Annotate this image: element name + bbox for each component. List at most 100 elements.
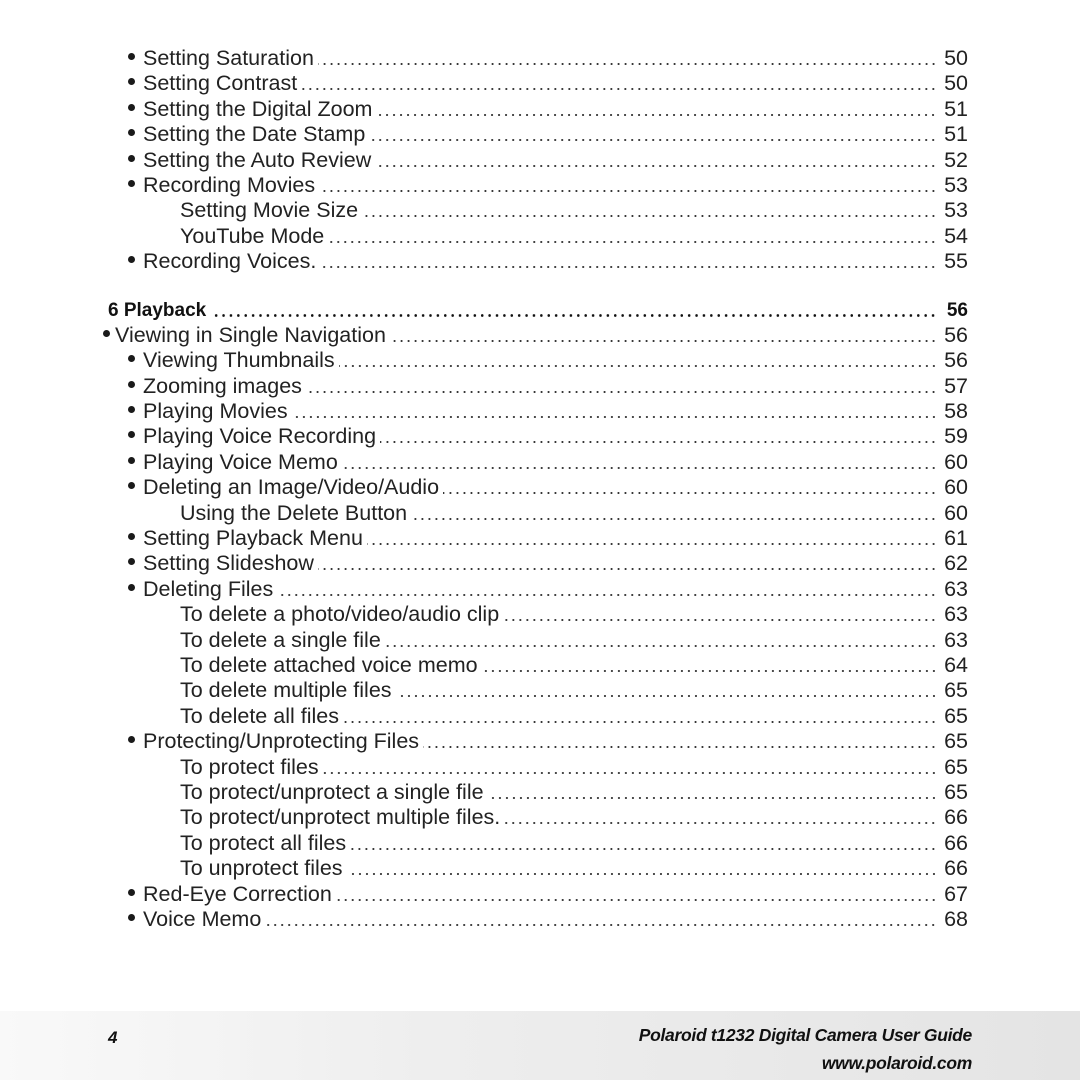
dot-leader	[291, 399, 937, 424]
toc-entry-page: 59	[944, 424, 968, 449]
toc-entry[interactable]: To delete attached voice memo 64	[0, 653, 1080, 678]
toc-entry-label: Playing Voice Memo	[143, 449, 338, 474]
toc-chapter-heading[interactable]: 6 Playback 56	[0, 298, 1080, 323]
toc-entry[interactable]: Setting Contrast 50	[0, 71, 1080, 96]
footer-website-link[interactable]: www.polaroid.com	[822, 1053, 972, 1074]
toc-entry-page: 68	[944, 906, 968, 931]
toc-entry[interactable]: YouTube Mode 54	[0, 224, 1080, 249]
dot-leader	[366, 526, 937, 551]
toc-entry[interactable]: Playing Movies 58	[0, 399, 1080, 424]
toc-entry[interactable]: Viewing in Single Navigation 56	[0, 323, 1080, 348]
toc-entry[interactable]: To unprotect files 66	[0, 856, 1080, 881]
dot-leader	[322, 755, 937, 780]
bullet-icon	[128, 736, 135, 744]
toc-entry-label: To delete attached voice memo	[180, 652, 478, 677]
bullet-icon	[128, 103, 135, 111]
toc-entry[interactable]: Playing Voice Memo 60	[0, 450, 1080, 475]
toc-entry[interactable]: Voice Memo 68	[0, 907, 1080, 932]
toc-entry-label: To protect/unprotect multiple files.	[180, 805, 501, 830]
bullet-icon	[128, 888, 135, 896]
toc-entry[interactable]: Red-Eye Correction 67	[0, 882, 1080, 907]
dot-leader	[503, 602, 937, 627]
toc-entry-label: To protect files	[180, 754, 319, 779]
toc-entry-label: To unprotect files	[180, 856, 343, 881]
toc-entry[interactable]: Setting the Digital Zoom 51	[0, 97, 1080, 122]
dot-leader	[350, 831, 937, 856]
toc-entry-page: 51	[944, 122, 968, 147]
toc-entry[interactable]: Setting the Date Stamp 51	[0, 122, 1080, 147]
bullet-icon	[128, 380, 135, 388]
toc-entry[interactable]: Recording Voices. 55	[0, 249, 1080, 274]
toc-entry-label: Voice Memo	[143, 906, 262, 931]
toc-entry-label: To delete all files	[180, 703, 339, 728]
toc-entry-page: 51	[944, 96, 968, 121]
toc-entry[interactable]: Setting Movie Size 53	[0, 198, 1080, 223]
toc-entry-label: Zooming images	[143, 373, 302, 398]
toc-entry-page: 60	[944, 449, 968, 474]
dot-leader	[384, 628, 937, 653]
toc-entry-page: 60	[944, 500, 968, 525]
dot-leader	[320, 249, 937, 274]
toc-entry[interactable]: Deleting an Image/Video/Audio 60	[0, 475, 1080, 500]
toc-entry[interactable]: To delete a photo/video/audio clip 63	[0, 602, 1080, 627]
toc-entry-page: 60	[944, 475, 968, 500]
bullet-icon	[103, 329, 110, 337]
dot-leader	[338, 348, 937, 373]
toc-entry[interactable]: To protect all files 66	[0, 831, 1080, 856]
toc-entry[interactable]: Setting Saturation 50	[0, 46, 1080, 71]
toc-entry-page: 53	[944, 198, 968, 223]
toc-entry-label: Using the Delete Button	[180, 500, 408, 525]
toc-entry[interactable]: Playing Voice Recording 59	[0, 424, 1080, 449]
toc-entry-label: Deleting Files	[143, 576, 274, 601]
dot-leader	[376, 97, 937, 122]
toc-entry[interactable]: Viewing Thumbnails 56	[0, 348, 1080, 373]
dot-leader	[487, 780, 937, 805]
toc-entry[interactable]: Deleting Files 63	[0, 577, 1080, 602]
toc-entry-page: 56	[946, 299, 968, 321]
toc-entry-label: Viewing Thumbnails	[143, 348, 335, 373]
toc-entry[interactable]: To protect/unprotect multiple files. 66	[0, 805, 1080, 830]
toc-entry-label: Setting Contrast	[143, 71, 298, 96]
toc-entry[interactable]: To delete a single file 63	[0, 628, 1080, 653]
toc-entry-label: Setting the Auto Review	[143, 147, 372, 172]
dot-leader	[375, 148, 937, 173]
dot-leader	[346, 856, 937, 881]
toc-entry-page: 50	[944, 71, 968, 96]
toc-entry-page: 66	[944, 805, 968, 830]
toc-entry[interactable]: To protect/unprotect a single file 65	[0, 780, 1080, 805]
dot-leader	[443, 475, 937, 500]
toc-entry-label: Setting the Digital Zoom	[143, 96, 373, 121]
dot-leader	[277, 577, 937, 602]
toc-entry-label: Protecting/Unprotecting Files	[143, 729, 420, 754]
bullet-icon	[128, 406, 135, 414]
toc-entry[interactable]: Zooming images 57	[0, 374, 1080, 399]
dot-leader	[380, 424, 937, 449]
bullet-icon	[128, 583, 135, 591]
dot-leader	[305, 374, 937, 399]
toc-entry-label: To delete a single file	[180, 627, 381, 652]
toc-entry-label: Playing Voice Recording	[143, 424, 377, 449]
toc-entry[interactable]: To delete all files 65	[0, 704, 1080, 729]
toc-entry-page: 55	[944, 249, 968, 274]
toc-entry-page: 65	[944, 729, 968, 754]
dot-leader	[319, 173, 937, 198]
toc-entry[interactable]: Setting the Auto Review 52	[0, 148, 1080, 173]
bullet-icon	[128, 78, 135, 86]
dot-leader	[481, 653, 937, 678]
toc-entry[interactable]: Setting Playback Menu 61	[0, 526, 1080, 551]
toc-entry[interactable]: Recording Movies 53	[0, 173, 1080, 198]
toc-entry[interactable]: Using the Delete Button 60	[0, 501, 1080, 526]
toc-entry-page: 65	[944, 678, 968, 703]
toc-entry[interactable]: To protect files 65	[0, 755, 1080, 780]
toc-entry-page: 66	[944, 830, 968, 855]
toc-entry[interactable]: Setting Slideshow 62	[0, 551, 1080, 576]
toc-entry-page: 65	[944, 779, 968, 804]
toc-entry-label: 6 Playback	[108, 299, 207, 321]
toc-entry[interactable]: To delete multiple files 65	[0, 678, 1080, 703]
dot-leader	[369, 122, 937, 147]
toc-entry-label: Recording Movies	[143, 172, 316, 197]
dot-leader	[301, 71, 937, 96]
toc-entry-page: 67	[944, 881, 968, 906]
toc-entry[interactable]: Protecting/Unprotecting Files 65	[0, 729, 1080, 754]
dot-leader	[362, 198, 937, 223]
